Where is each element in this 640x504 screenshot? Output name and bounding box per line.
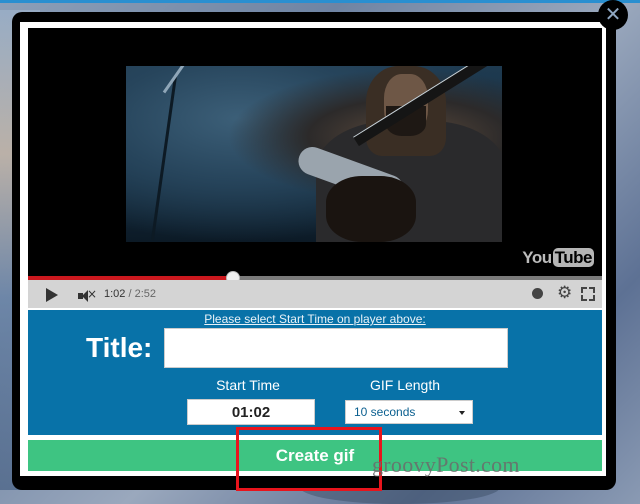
start-time-hint-link[interactable]: Please select Start Time on player above… <box>28 312 602 326</box>
gif-length-select[interactable]: 10 seconds <box>345 400 473 424</box>
close-modal-button[interactable]: ✕ <box>598 0 628 30</box>
chevron-down-icon <box>459 411 465 415</box>
watermark: groovyPost.com <box>372 452 520 477</box>
gif-settings-panel: Please select Start Time on player above… <box>28 310 602 435</box>
youtube-player[interactable]: You Tube × 1:02 / 2:52 ⚙ <box>28 28 602 308</box>
muted-speaker-icon[interactable]: × <box>78 287 97 302</box>
youtube-logo[interactable]: You Tube <box>522 248 594 268</box>
video-guitar-body <box>326 176 416 242</box>
player-controls: × 1:02 / 2:52 ⚙ <box>28 280 602 308</box>
duration: / 2:52 <box>128 288 157 300</box>
video-mic-stand <box>150 75 177 241</box>
gif-length-label: GIF Length <box>369 377 441 393</box>
clock-icon[interactable] <box>532 288 543 299</box>
title-input[interactable] <box>164 328 508 368</box>
title-label: Title: <box>86 332 153 363</box>
video-frame[interactable] <box>126 66 502 242</box>
time-display: 1:02 / 2:52 <box>104 288 156 300</box>
fullscreen-icon[interactable] <box>581 287 595 301</box>
youtube-logo-tube: Tube <box>552 248 594 267</box>
video-mic-boom <box>162 66 206 94</box>
start-time-input[interactable] <box>187 399 315 425</box>
close-icon: ✕ <box>604 2 622 26</box>
background-accent-bar <box>0 0 640 3</box>
current-time: 1:02 <box>104 288 126 300</box>
start-time-label: Start Time <box>216 377 280 393</box>
play-icon[interactable] <box>46 288 58 302</box>
youtube-logo-you: You <box>522 248 552 267</box>
gif-length-selected: 10 seconds <box>354 405 416 419</box>
gear-icon[interactable]: ⚙ <box>557 283 572 303</box>
